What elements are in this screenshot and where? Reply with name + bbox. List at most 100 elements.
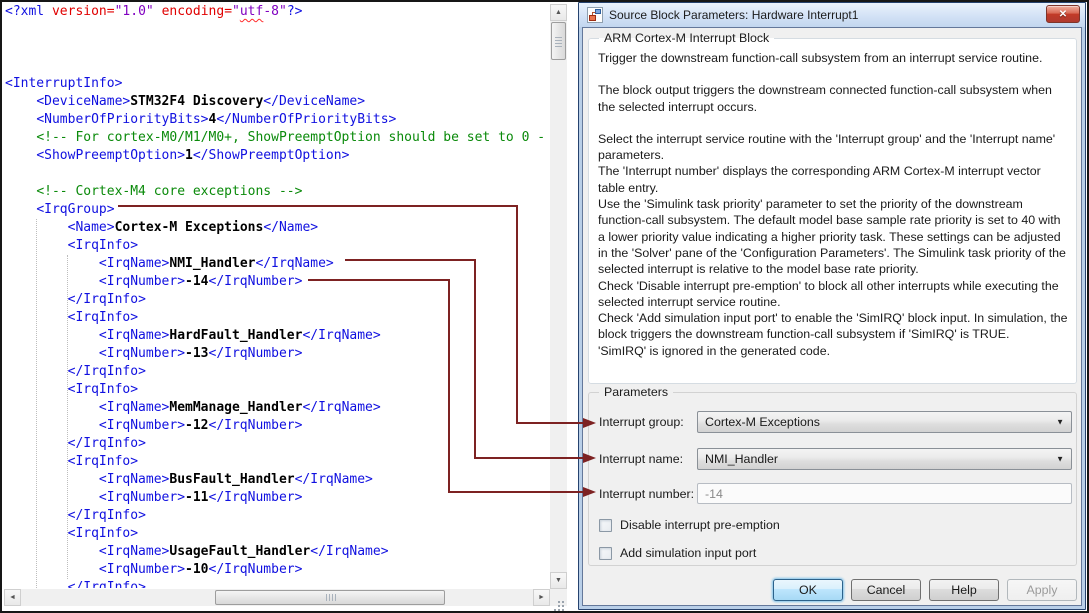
code-line: <IrqInfo> [2, 525, 549, 543]
xml-token [5, 562, 99, 577]
xml-token: </IrqNumber> [209, 418, 303, 433]
code-line [2, 165, 549, 183]
simulink-block-icon [587, 7, 603, 23]
xml-token: <!-- Cortex-M4 core exceptions --> [36, 184, 302, 199]
xml-token: </Name> [263, 220, 318, 235]
xml-token: <IrqInfo> [68, 310, 138, 325]
xml-token: MemManage_Handler [169, 400, 302, 415]
checkbox-unchecked-icon[interactable] [599, 547, 612, 560]
dialog-client-area: ARM Cortex-M Interrupt Block Trigger the… [582, 27, 1082, 606]
xml-token: </IrqNumber> [209, 562, 303, 577]
ok-button[interactable]: OK [773, 579, 843, 601]
xml-token: UsageFault_Handler [169, 544, 310, 559]
horizontal-scrollbar[interactable]: ◄ ► [4, 589, 550, 606]
scroll-left-icon: ◄ [9, 594, 16, 601]
xml-token: <IrqGroup> [36, 202, 114, 217]
xml-token: <IrqNumber> [99, 490, 185, 505]
xml-token: <IrqNumber> [99, 418, 185, 433]
xml-token: <IrqName> [99, 544, 169, 559]
code-line: <Name>Cortex-M Exceptions</Name> [2, 219, 549, 237]
code-line: <IrqNumber>-10</IrqNumber> [2, 561, 549, 579]
add-sim-input-checkbox-row[interactable]: Add simulation input port [599, 546, 756, 560]
arrow-irqname-segment [474, 457, 583, 459]
xml-token: </IrqInfo> [68, 364, 146, 379]
apply-button[interactable]: Apply [1007, 579, 1077, 601]
xml-token: <DeviceName> [36, 94, 130, 109]
scroll-up-button[interactable]: ▲ [550, 4, 567, 21]
xml-token: <ShowPreemptOption> [36, 148, 185, 163]
help-button[interactable]: Help [929, 579, 999, 601]
arrow-irqgroup-head-icon [583, 418, 596, 428]
code-line: <!-- Cortex-M4 core exceptions --> [2, 183, 549, 201]
xml-token: <IrqNumber> [99, 274, 185, 289]
xml-token: <IrqName> [99, 328, 169, 343]
scroll-down-button[interactable]: ▼ [550, 572, 567, 589]
xml-editor-pane: <?xml version="1.0" encoding="utf-8"?> <I… [2, 2, 567, 611]
vertical-scrollbar-thumb[interactable] [551, 22, 566, 60]
xml-token: <IrqNumber> [99, 346, 185, 361]
code-line: <IrqInfo> [2, 381, 549, 399]
xml-token: -10 [185, 562, 208, 577]
xml-token [5, 184, 36, 199]
xml-token [5, 130, 36, 145]
xml-token: <IrqName> [99, 256, 169, 271]
code-line: <InterruptInfo> [2, 75, 549, 93]
xml-code-area[interactable]: <?xml version="1.0" encoding="utf-8"?> <I… [2, 3, 549, 588]
dialog-button-row: OK Cancel Help Apply [773, 579, 1077, 601]
interrupt-name-combobox[interactable]: NMI_Handler ▼ [697, 448, 1072, 470]
resize-grip[interactable] [550, 589, 567, 606]
description-paragraph: The 'Interrupt number' displays the corr… [598, 163, 1068, 196]
xml-token: </IrqInfo> [68, 580, 146, 588]
xml-token: <IrqInfo> [68, 382, 138, 397]
xml-token: <IrqNumber> [99, 562, 185, 577]
xml-token [5, 418, 99, 433]
xml-token: BusFault_Handler [169, 472, 294, 487]
interrupt-group-value: Cortex-M Exceptions [705, 415, 820, 429]
scroll-left-button[interactable]: ◄ [4, 589, 21, 606]
disable-preemption-checkbox-row[interactable]: Disable interrupt pre-emption [599, 518, 780, 532]
xml-token: Cortex-M Exceptions [115, 220, 264, 235]
screenshot-root: <?xml version="1.0" encoding="utf-8"?> <I… [0, 0, 1089, 613]
interrupt-number-field[interactable] [697, 483, 1072, 504]
xml-token: </NumberOfPriorityBits> [216, 112, 396, 127]
xml-token: <Name> [68, 220, 115, 235]
code-line: <?xml version="1.0" encoding="utf-8"?> [2, 3, 549, 21]
arrow-irqgroup-segment [516, 205, 518, 424]
xml-token: "1.0" [115, 4, 154, 19]
xml-token: <IrqName> [99, 472, 169, 487]
xml-token: -14 [185, 274, 208, 289]
xml-token [5, 490, 99, 505]
interrupt-group-combobox[interactable]: Cortex-M Exceptions ▼ [697, 411, 1072, 433]
disable-preemption-label: Disable interrupt pre-emption [620, 518, 780, 532]
thumb-grip [555, 37, 562, 47]
code-line: <!-- For cortex-M0/M1/M0+, ShowPreemptOp… [2, 129, 549, 147]
xml-token: </IrqName> [302, 328, 380, 343]
code-line: <IrqGroup> [2, 201, 549, 219]
code-line: <IrqInfo> [2, 237, 549, 255]
horizontal-scrollbar-thumb[interactable] [215, 590, 445, 605]
xml-token: </IrqInfo> [68, 508, 146, 523]
code-line: <IrqName>BusFault_Handler</IrqName> [2, 471, 549, 489]
scroll-right-icon: ► [538, 594, 545, 601]
xml-token [5, 112, 36, 127]
xml-token: utf [240, 4, 263, 19]
code-line [2, 21, 549, 39]
description-paragraph: 'SimIRQ' is ignored in the generated cod… [598, 343, 1068, 359]
scroll-right-button[interactable]: ► [533, 589, 550, 606]
chevron-down-icon: ▼ [1056, 455, 1064, 464]
dialog-titlebar: Source Block Parameters: Hardware Interr… [579, 3, 1085, 27]
xml-token: </IrqName> [310, 544, 388, 559]
vertical-scrollbar[interactable]: ▲ ▼ [550, 4, 567, 589]
xml-token: </IrqNumber> [209, 490, 303, 505]
checkbox-unchecked-icon[interactable] [599, 519, 612, 532]
cancel-button[interactable]: Cancel [851, 579, 921, 601]
interrupt-number-label: Interrupt number: [599, 483, 694, 505]
code-line [2, 57, 549, 75]
arrow-irqnumber-segment [448, 491, 583, 493]
description-paragraph: Check 'Disable interrupt pre-emption' to… [598, 278, 1068, 311]
xml-token: <InterruptInfo> [5, 76, 122, 91]
indent-guide [36, 219, 37, 588]
xml-token [44, 4, 52, 19]
description-group: ARM Cortex-M Interrupt Block Trigger the… [588, 31, 1077, 384]
close-button[interactable]: ✕ [1046, 5, 1080, 23]
